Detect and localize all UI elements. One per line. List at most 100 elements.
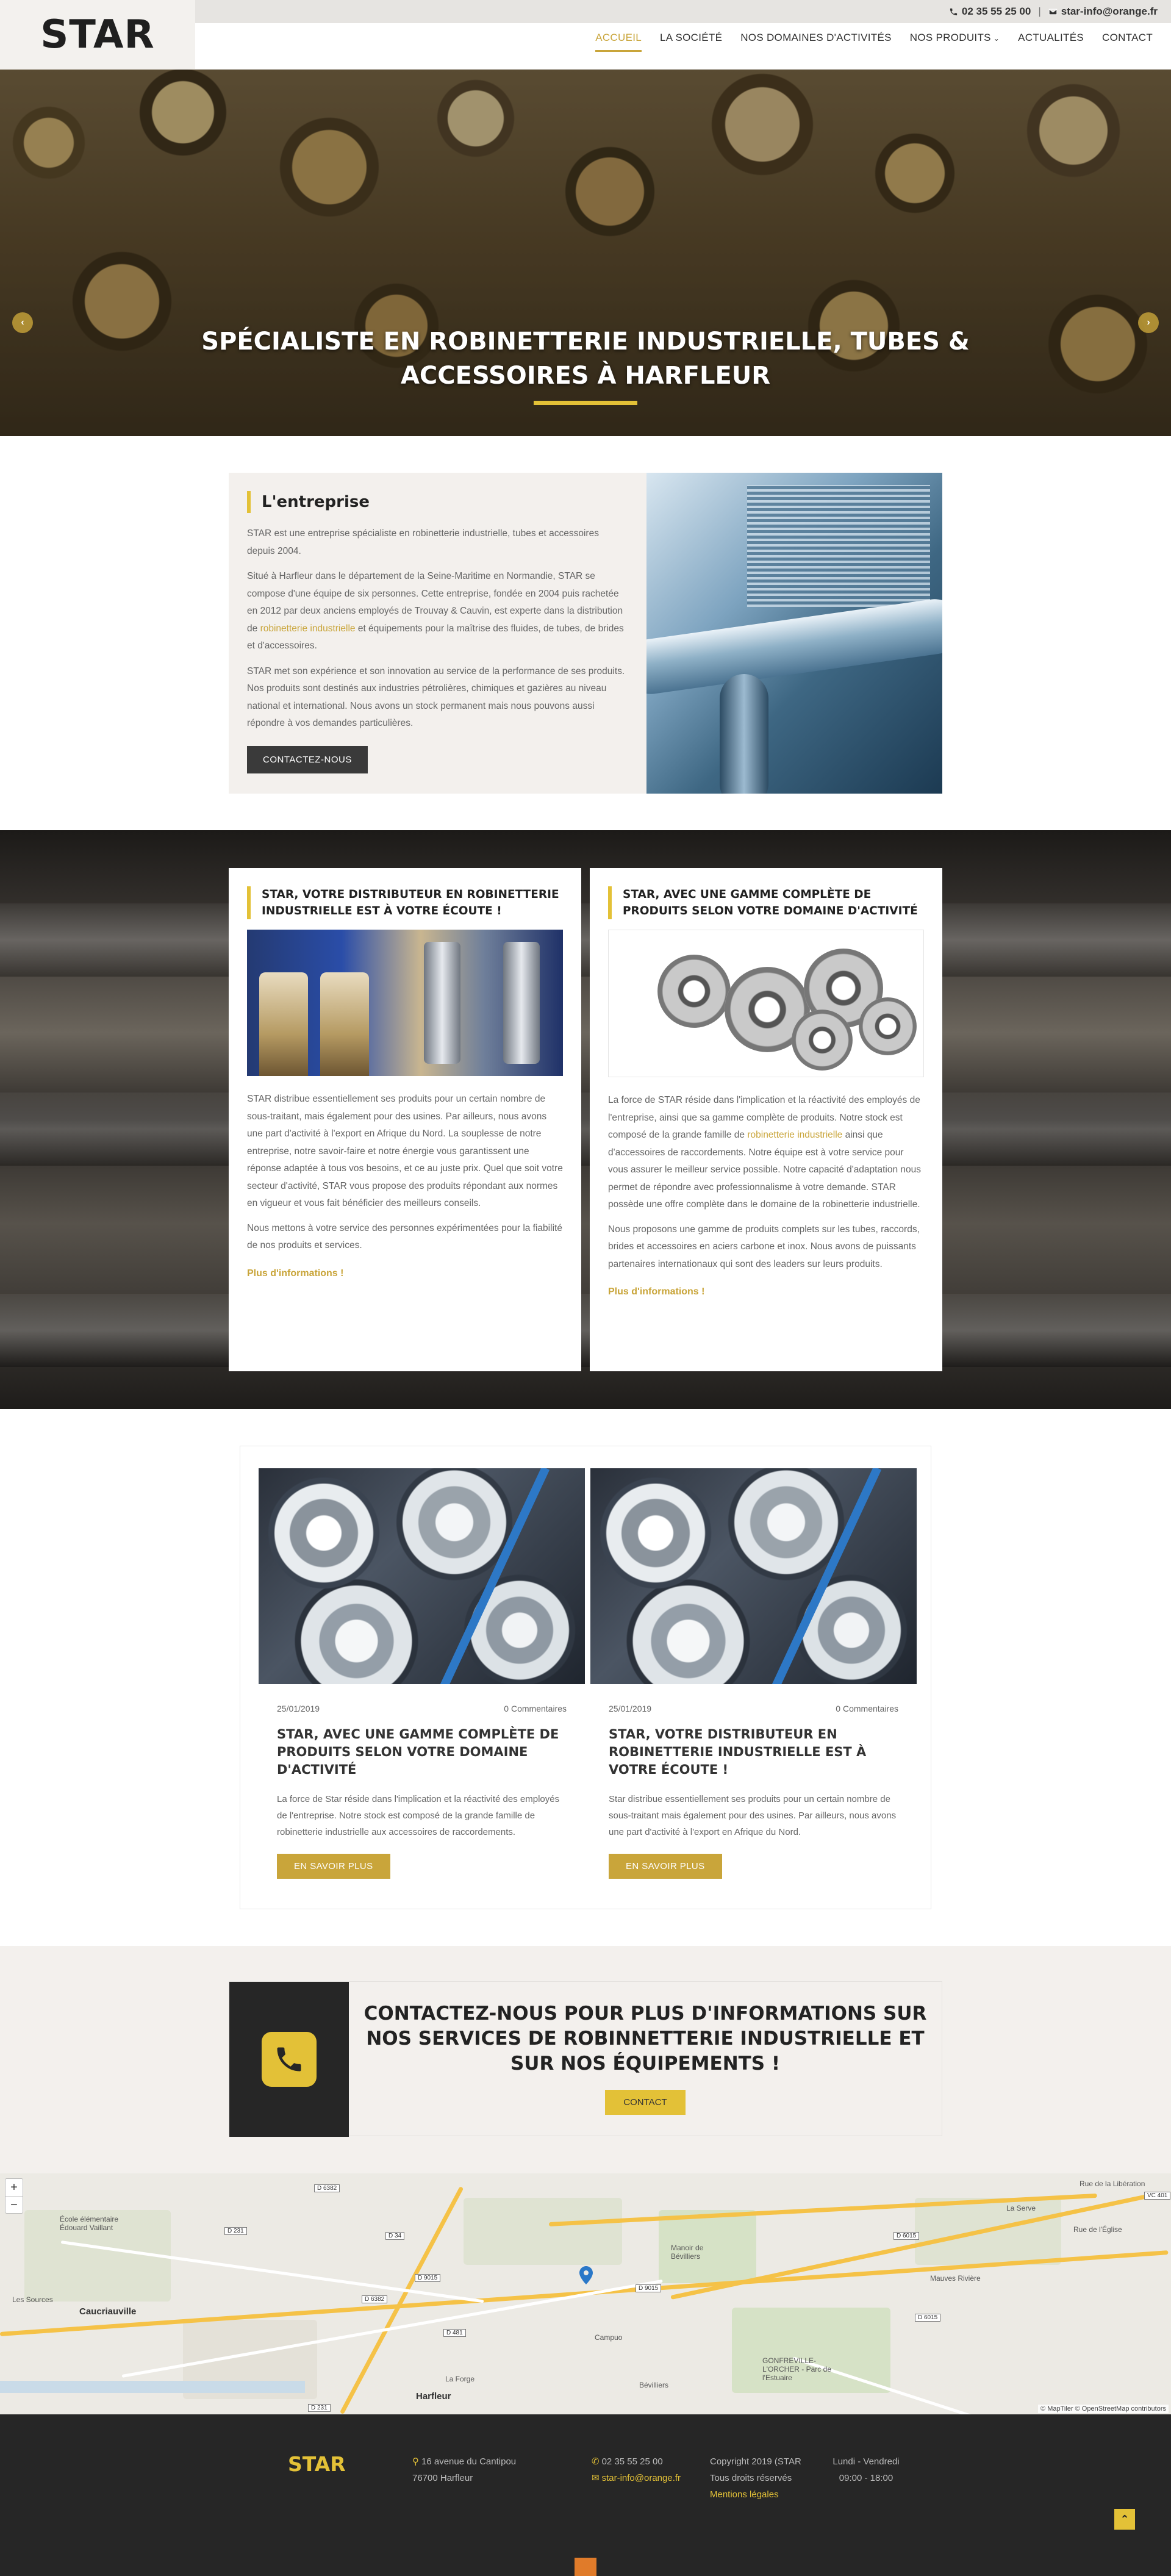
background-pipe xyxy=(0,1294,1171,1367)
news-meta: 25/01/2019 0 Commentaires xyxy=(277,1704,567,1713)
gamme-p1-end: ainsi que d'accessoires de raccordements… xyxy=(608,1130,922,1210)
envelope-icon: ✉ xyxy=(592,2473,600,2483)
entreprise-paragraph-3: STAR met son expérience et son innovatio… xyxy=(247,666,625,729)
news-comments[interactable]: 0 Commentaires xyxy=(836,1704,898,1713)
read-more-button[interactable]: EN SAVOIR PLUS xyxy=(609,1854,722,1879)
footer-logo[interactable]: STAR xyxy=(288,2452,346,2476)
legal-notice-link[interactable]: Mentions légales xyxy=(710,2486,801,2503)
zoom-in-button[interactable]: + xyxy=(5,2179,23,2196)
footer-hours-days: Lundi - Vendredi xyxy=(833,2456,900,2467)
road-shield: D 231 xyxy=(224,2227,247,2235)
background-pipe xyxy=(0,903,1171,977)
site-header: STAR 02 35 55 25 00 | star-info@orange.f… xyxy=(0,0,1171,70)
news-thumbnail[interactable] xyxy=(259,1468,585,1684)
road-shield: D 6015 xyxy=(915,2314,941,2322)
more-info-link[interactable]: Plus d'informations ! xyxy=(608,1286,704,1297)
news-comments[interactable]: 0 Commentaires xyxy=(504,1704,567,1713)
phone-icon: ✆ xyxy=(592,2456,600,2467)
nav-item-produits[interactable]: NOS PRODUITS ⌄ xyxy=(910,32,1000,52)
news-grid: 25/01/2019 0 Commentaires STAR, AVEC UNE… xyxy=(240,1446,931,1909)
location-map[interactable]: Harfleur Caucriauville École élémentaire… xyxy=(0,2173,1171,2414)
image-detail xyxy=(765,1468,881,1684)
topbar-phone-text[interactable]: 02 35 55 25 00 xyxy=(962,5,1031,18)
contact-cta-box: CONTACTEZ-NOUS POUR PLUS D'INFORMATIONS … xyxy=(229,1981,942,2137)
map-area xyxy=(464,2198,622,2265)
hero-underline xyxy=(534,401,637,405)
map-label: Caucriauville xyxy=(79,2306,137,2317)
robinetterie-link[interactable]: robinetterie industrielle xyxy=(260,623,356,634)
cta-title: CONTACTEZ-NOUS POUR PLUS D'INFORMATIONS … xyxy=(363,2003,927,2075)
news-excerpt: Star distribue essentiellement ses produ… xyxy=(609,1794,897,1837)
news-meta: 25/01/2019 0 Commentaires xyxy=(609,1704,898,1713)
main-nav: ACCUEIL LA SOCIÉTÉ NOS DOMAINES D'ACTIVI… xyxy=(595,32,1153,52)
phone-icon xyxy=(950,8,957,15)
back-to-top-button[interactable]: ⌃ xyxy=(1114,2509,1135,2530)
image-detail xyxy=(792,1010,853,1071)
cta-contact-button[interactable]: CONTACT xyxy=(605,2090,686,2115)
entreprise-paragraph-2: Situé à Harfleur dans le département de … xyxy=(247,568,628,655)
nav-item-actualites[interactable]: ACTUALITÉS xyxy=(1018,32,1084,52)
map-label: École élémentaire Édouard Vaillant xyxy=(60,2215,119,2232)
nav-item-la-societe[interactable]: LA SOCIÉTÉ xyxy=(660,32,722,52)
road-shield: D 9015 xyxy=(636,2284,662,2292)
topbar-phone[interactable]: 02 35 55 25 00 xyxy=(949,5,1031,18)
footer-hours-times: 09:00 - 18:00 xyxy=(839,2473,893,2483)
contact-us-button[interactable]: CONTACTEZ-NOUS xyxy=(247,745,368,773)
news-post: 25/01/2019 0 Commentaires STAR, VOTRE DI… xyxy=(590,1468,917,1879)
location-pin-icon[interactable] xyxy=(579,2266,593,2284)
image-detail xyxy=(433,1468,550,1684)
logo-area[interactable]: STAR xyxy=(0,0,195,70)
image-detail xyxy=(259,972,308,1076)
hero-slider: ‹ › SPÉCIALISTE EN ROBINETTERIE INDUSTRI… xyxy=(0,70,1171,436)
nav-item-contact[interactable]: CONTACT xyxy=(1102,32,1153,52)
industrial-pipes-image xyxy=(646,473,942,794)
hero-title: SPÉCIALISTE EN ROBINETTERIE INDUSTRIELLE… xyxy=(0,325,1171,393)
map-label: Les Sources xyxy=(12,2295,53,2304)
robinetterie-link[interactable]: robinetterie industrielle xyxy=(747,1130,842,1140)
chevron-down-icon[interactable]: ⌄ xyxy=(994,34,1000,43)
news-date: 25/01/2019 xyxy=(277,1704,320,1713)
map-label: Manoir de Bévilliers xyxy=(671,2244,704,2261)
topbar-email-text[interactable]: star-info@orange.fr xyxy=(1061,5,1158,18)
map-attribution[interactable]: © MapTiler © OpenStreetMap contributors xyxy=(1038,2405,1169,2413)
image-detail xyxy=(859,997,917,1055)
logo[interactable]: STAR xyxy=(40,12,155,57)
news-title[interactable]: STAR, AVEC UNE GAMME COMPLÈTE DE PRODUIT… xyxy=(277,1726,567,1779)
topbar-email[interactable]: star-info@orange.fr xyxy=(1048,5,1158,18)
hero-title-line-2: ACCESSOIRES À HARFLEUR xyxy=(400,362,771,390)
nav-item-domaines[interactable]: NOS DOMAINES D'ACTIVITÉS xyxy=(740,32,892,52)
footer-copyright-line-1: Copyright 2019 (STAR xyxy=(710,2456,801,2467)
road-shield: D 34 xyxy=(385,2232,405,2240)
map-label: Harfleur xyxy=(416,2391,451,2402)
contact-cta-section: CONTACTEZ-NOUS POUR PLUS D'INFORMATIONS … xyxy=(0,1946,1171,2173)
news-thumbnail[interactable] xyxy=(590,1468,917,1684)
map-water xyxy=(0,2381,305,2393)
service-card-title: STAR, AVEC UNE GAMME COMPLÈTE DE PRODUIT… xyxy=(608,886,924,919)
image-detail xyxy=(657,955,731,1028)
footer-address: ⚲ 16 avenue du Cantipou 76700 Harfleur xyxy=(412,2453,516,2486)
nav-item-produits-label[interactable]: NOS PRODUITS xyxy=(910,32,991,43)
phone-icon xyxy=(262,2032,317,2087)
map-label: Bévilliers xyxy=(639,2381,669,2389)
image-detail xyxy=(646,595,942,698)
footer-phone[interactable]: 02 35 55 25 00 xyxy=(602,2456,663,2467)
news-title[interactable]: STAR, VOTRE DISTRIBUTEUR EN ROBINETTERIE… xyxy=(609,1726,898,1779)
news-excerpt: La force de Star réside dans l'implicati… xyxy=(277,1794,560,1837)
image-detail xyxy=(424,942,460,1064)
service-card-gamme: STAR, AVEC UNE GAMME COMPLÈTE DE PRODUIT… xyxy=(590,868,942,1371)
read-more-button[interactable]: EN SAVOIR PLUS xyxy=(277,1854,390,1879)
news-date: 25/01/2019 xyxy=(609,1704,652,1713)
map-label: Rue de la Libération xyxy=(1080,2180,1145,2188)
badge-tab[interactable] xyxy=(575,2558,596,2576)
more-info-link[interactable]: Plus d'informations ! xyxy=(247,1268,343,1279)
road-shield: D 6015 xyxy=(893,2232,920,2240)
zoom-out-button[interactable]: − xyxy=(5,2196,23,2213)
hero-title-line-1: SPÉCIALISTE EN ROBINETTERIE INDUSTRIELLE… xyxy=(201,328,970,356)
footer-email[interactable]: star-info@orange.fr xyxy=(602,2473,681,2483)
footer-contact: ✆ 02 35 55 25 00 ✉ star-info@orange.fr xyxy=(592,2453,681,2486)
valves-image xyxy=(247,930,563,1076)
service-card-paragraph: STAR distribue essentiellement ses produ… xyxy=(247,1094,563,1208)
entreprise-text: L'entreprise STAR est une entreprise spé… xyxy=(229,473,646,794)
nav-item-accueil[interactable]: ACCUEIL xyxy=(595,32,642,52)
footer-copyright: Copyright 2019 (STAR Tous droits réservé… xyxy=(710,2453,801,2503)
